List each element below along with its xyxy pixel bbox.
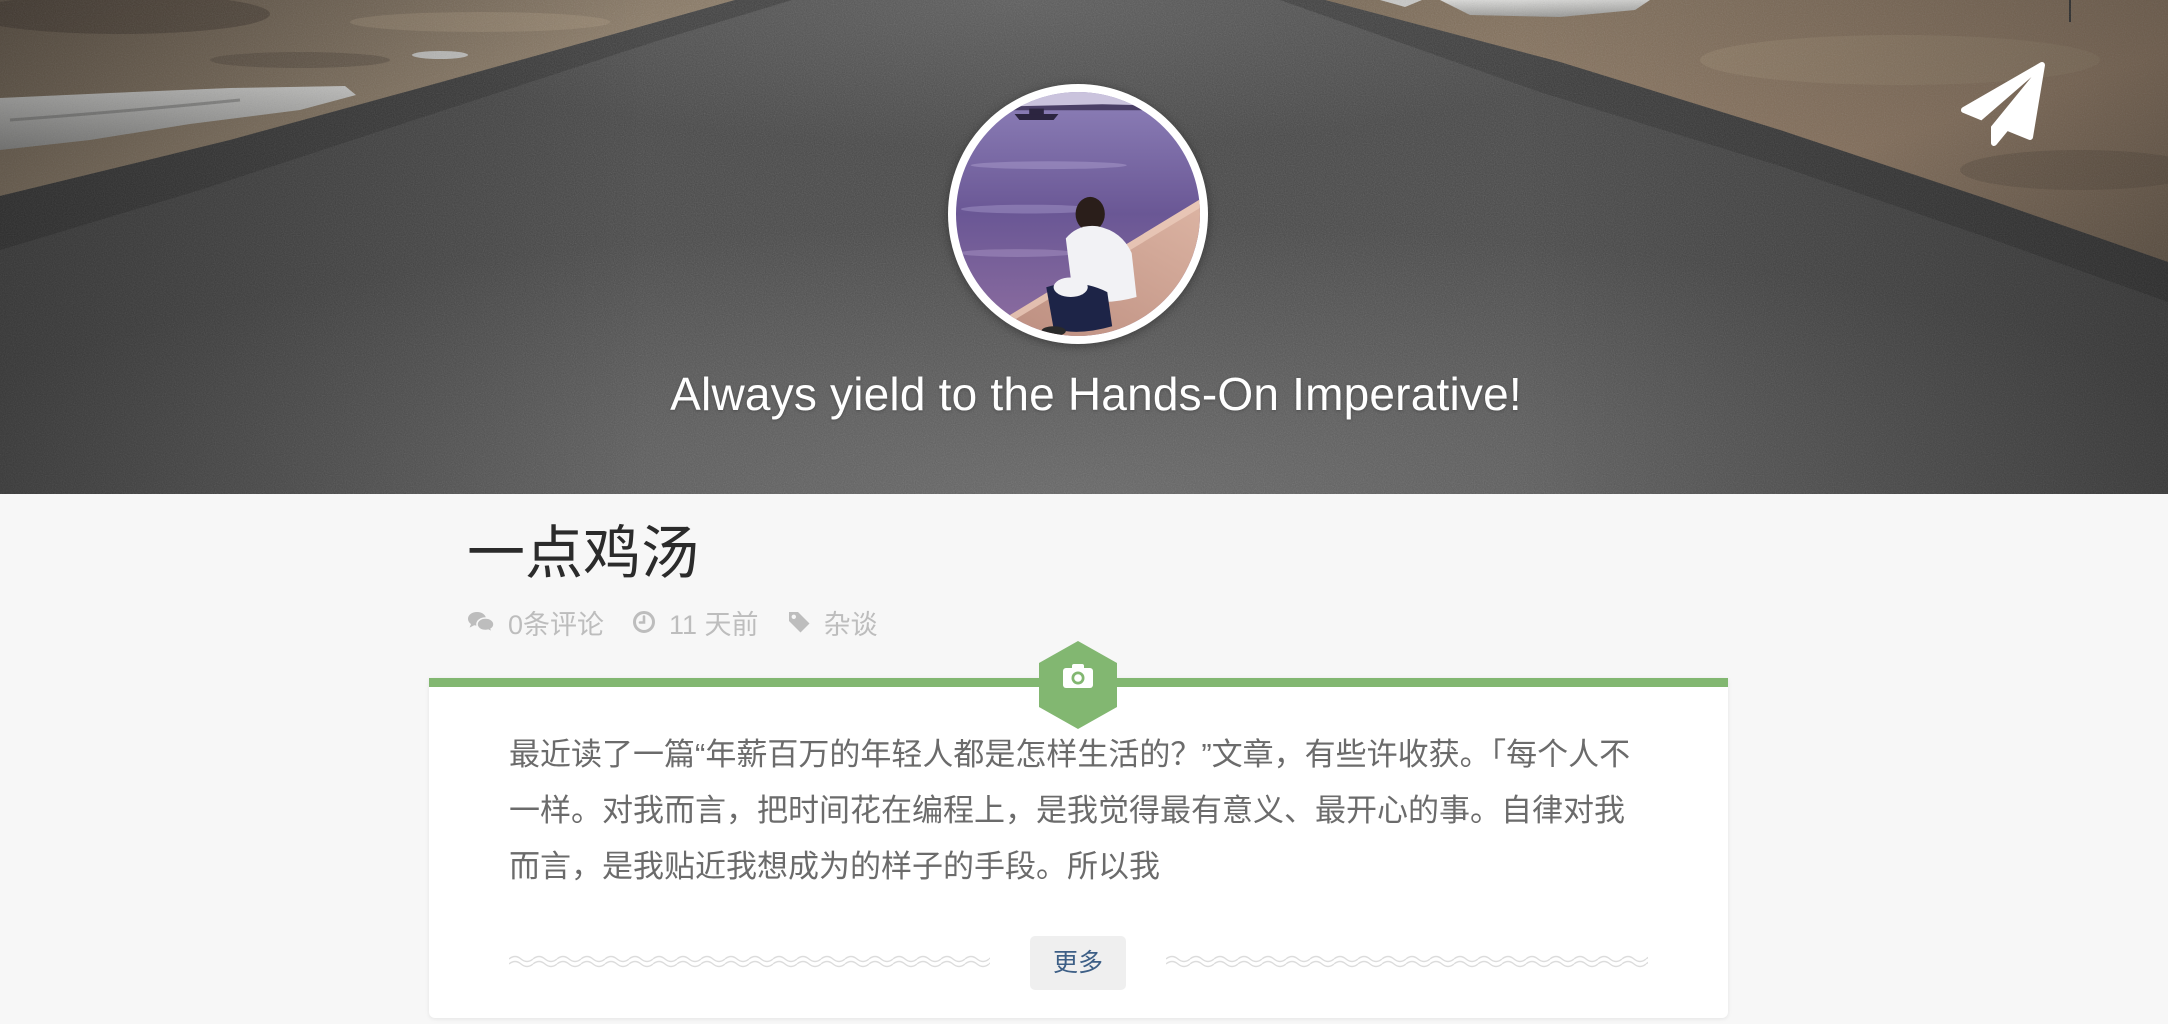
wave-divider-right <box>1166 952 1648 972</box>
wave-divider-left <box>509 952 990 972</box>
post-excerpt: 最近读了一篇“年薪百万的年轻人都是怎样生活的？”文章，有些许收获。「每个人不一样… <box>509 737 1631 884</box>
avatar[interactable] <box>948 84 1208 344</box>
post-format-badge <box>1039 641 1117 729</box>
paper-plane-icon[interactable] <box>1961 62 2045 146</box>
hero-header: Always yield to the Hands-On Imperative! <box>0 0 2168 494</box>
comments-icon <box>467 611 495 633</box>
read-more-button[interactable]: 更多 <box>1030 936 1126 990</box>
category-name: 杂谈 <box>823 609 878 640</box>
comment-count-link[interactable]: 0条评论 <box>467 603 604 642</box>
read-more-row: 更多 <box>429 936 1728 990</box>
post-meta: 0条评论 11 天前 杂谈 <box>467 604 906 640</box>
site-tagline: Always yield to the Hands-On Imperative! <box>670 368 1522 420</box>
post-card: 最近读了一篇“年薪百万的年轻人都是怎样生活的？”文章，有些许收获。「每个人不一样… <box>429 641 1728 1018</box>
post-date: 11 天前 <box>632 603 759 642</box>
comment-count: 0条评论 <box>508 609 605 640</box>
clock-icon <box>632 610 656 634</box>
post-date-text: 11 天前 <box>669 609 759 640</box>
post-title[interactable]: 一点鸡汤 <box>467 519 699 589</box>
category-link[interactable]: 杂谈 <box>787 603 878 642</box>
avatar-photo <box>956 92 1200 336</box>
tag-icon <box>787 610 811 634</box>
